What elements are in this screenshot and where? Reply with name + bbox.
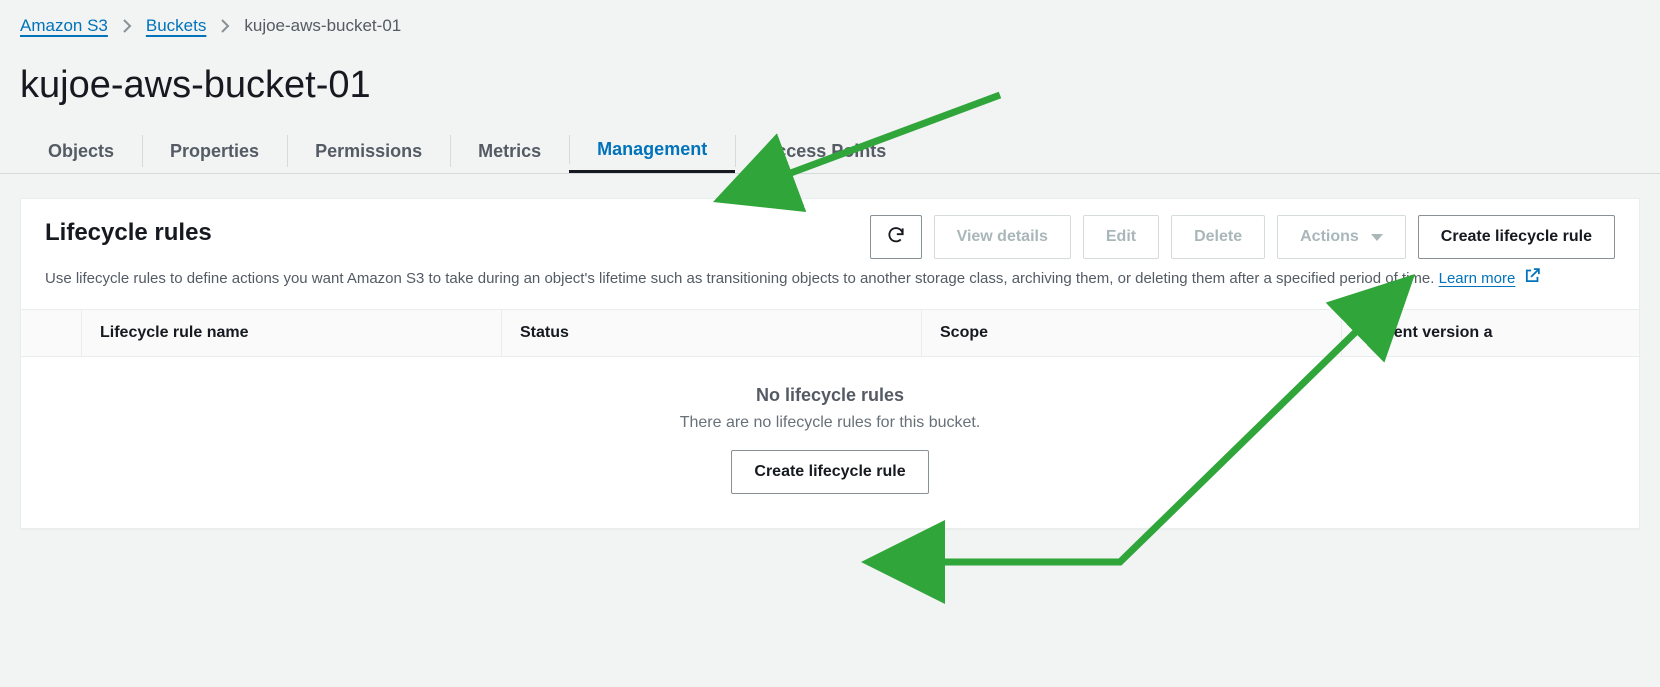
lifecycle-panel: Lifecycle rules View details Edit Delete… [20, 198, 1640, 529]
table-header: Lifecycle rule name Status Scope Current… [21, 309, 1639, 357]
breadcrumb: Amazon S3 Buckets kujoe-aws-bucket-01 [0, 16, 1660, 36]
actions-label: Actions [1300, 228, 1359, 246]
th-current-version: Current version a [1341, 310, 1660, 356]
tab-management[interactable]: Management [569, 129, 735, 173]
view-details-button[interactable]: View details [934, 215, 1071, 259]
tab-metrics[interactable]: Metrics [450, 129, 569, 173]
learn-more-link[interactable]: Learn more [1439, 270, 1516, 287]
refresh-button[interactable] [870, 215, 922, 259]
delete-button[interactable]: Delete [1171, 215, 1265, 259]
tab-properties[interactable]: Properties [142, 129, 287, 173]
actions-button[interactable]: Actions [1277, 215, 1406, 259]
empty-state: No lifecycle rules There are no lifecycl… [21, 357, 1639, 528]
caret-down-icon [1371, 234, 1383, 241]
panel-description: Use lifecycle rules to define actions yo… [21, 267, 1639, 309]
horizontal-scrollbar[interactable] [20, 543, 1640, 561]
breadcrumb-root[interactable]: Amazon S3 [20, 16, 108, 36]
empty-subtitle: There are no lifecycle rules for this bu… [21, 414, 1639, 432]
tab-permissions[interactable]: Permissions [287, 129, 450, 173]
panel-title: Lifecycle rules [45, 215, 854, 247]
tab-access-points[interactable]: Access Points [735, 129, 914, 173]
breadcrumb-buckets[interactable]: Buckets [146, 16, 206, 36]
chevron-right-icon [220, 19, 230, 33]
breadcrumb-current: kujoe-aws-bucket-01 [244, 16, 401, 36]
create-lifecycle-rule-button[interactable]: Create lifecycle rule [1418, 215, 1615, 259]
th-status: Status [501, 310, 921, 356]
create-lifecycle-rule-button-empty[interactable]: Create lifecycle rule [731, 450, 928, 494]
external-link-icon [1524, 267, 1541, 291]
edit-button[interactable]: Edit [1083, 215, 1159, 259]
tab-objects[interactable]: Objects [20, 129, 142, 173]
empty-title: No lifecycle rules [21, 385, 1639, 406]
th-name: Lifecycle rule name [81, 310, 501, 356]
chevron-right-icon [122, 19, 132, 33]
th-scope: Scope [921, 310, 1341, 356]
th-select [21, 310, 81, 356]
refresh-icon [886, 225, 906, 250]
panel-description-text: Use lifecycle rules to define actions yo… [45, 270, 1439, 287]
tabs: Objects Properties Permissions Metrics M… [0, 129, 1660, 174]
panel-actions: View details Edit Delete Actions Create … [870, 215, 1615, 259]
page-title: kujoe-aws-bucket-01 [0, 36, 1660, 129]
